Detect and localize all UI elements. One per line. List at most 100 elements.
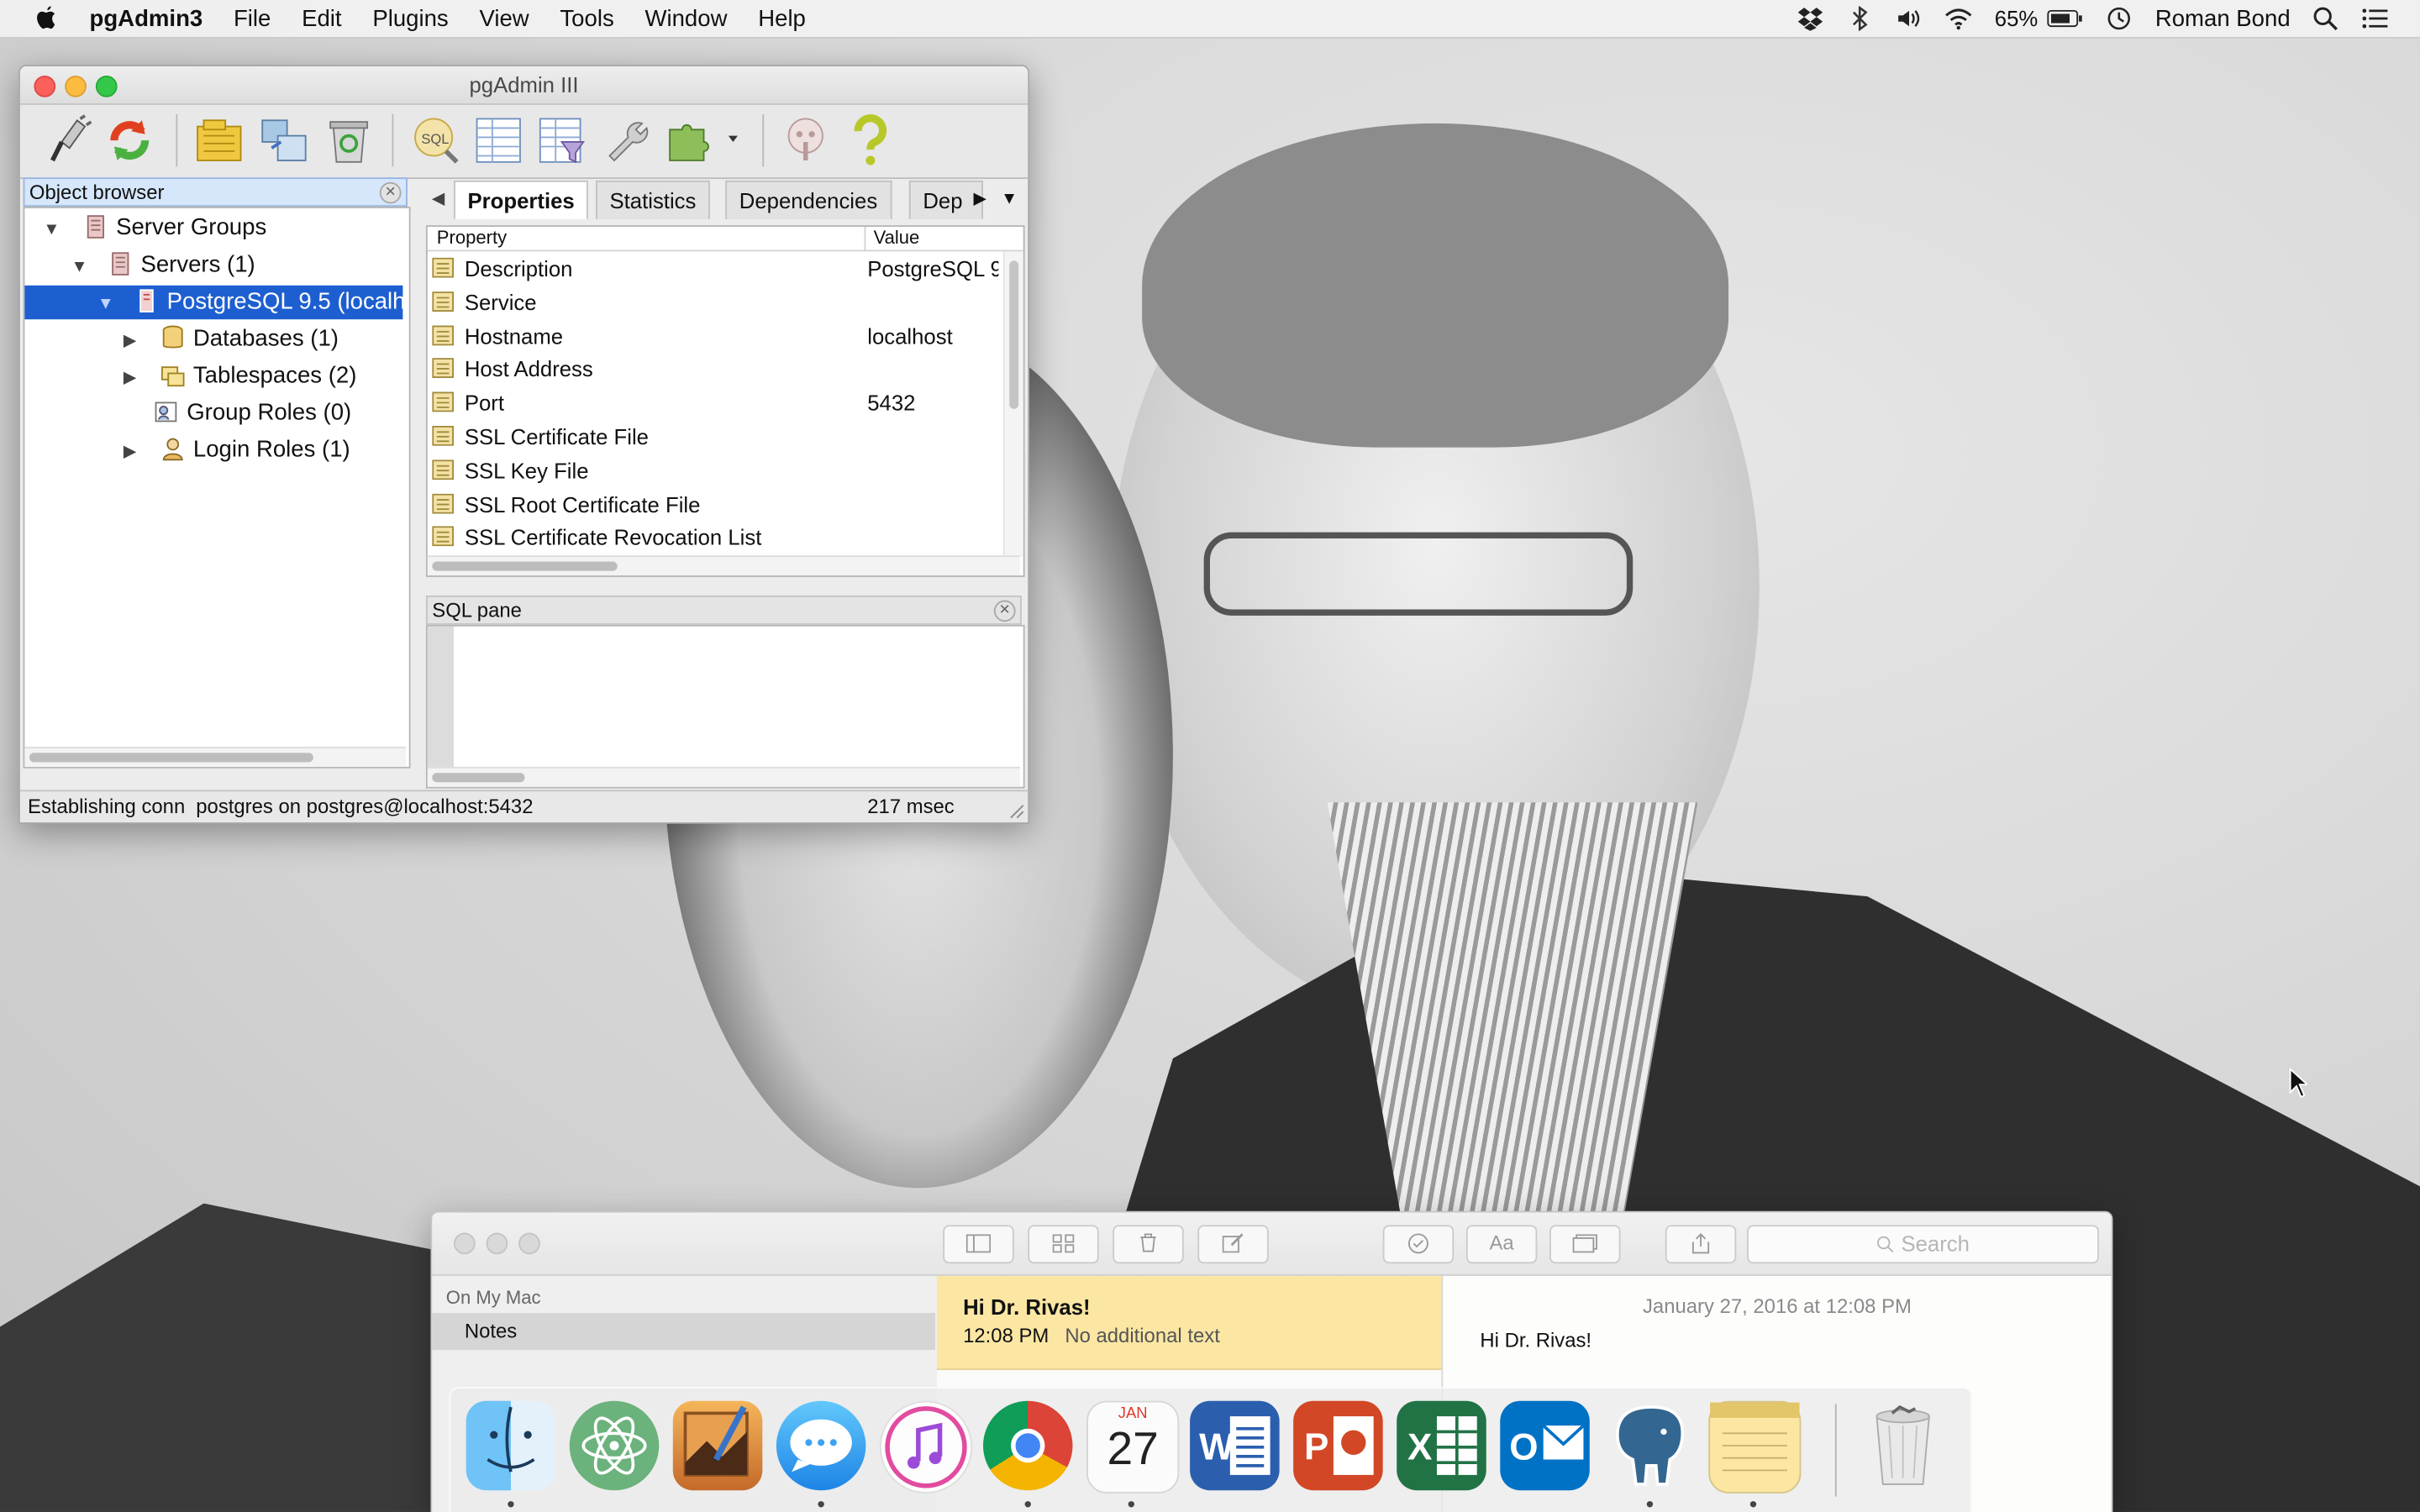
note-body-text[interactable]: Hi Dr. Rivas! <box>1480 1328 1591 1352</box>
property-row[interactable]: Hostname localhost <box>428 318 999 352</box>
collapsed-triangle-icon[interactable]: ▶ <box>124 324 139 358</box>
zoom-button[interactable] <box>95 75 118 97</box>
menu-file[interactable]: File <box>234 5 271 31</box>
scrollbar-thumb[interactable] <box>432 773 525 783</box>
dock-app-powerpoint[interactable]: P <box>1293 1400 1383 1491</box>
property-row[interactable]: SSL Certificate File <box>428 420 999 454</box>
close-button[interactable] <box>34 75 56 97</box>
refresh-icon[interactable] <box>102 114 157 166</box>
time-machine-icon[interactable] <box>2106 6 2133 30</box>
tab-statistics[interactable]: Statistics <box>595 180 710 219</box>
tab-dependencies[interactable]: Dependencies <box>725 180 892 219</box>
wifi-icon[interactable] <box>1945 6 1973 30</box>
property-row[interactable]: Service <box>428 285 999 318</box>
spotlight-search-icon[interactable] <box>2312 6 2339 31</box>
properties-horizontal-scrollbar[interactable] <box>427 555 1021 576</box>
dropbox-icon[interactable] <box>1797 6 1825 31</box>
tree-node-server-groups[interactable]: ▼ Server Groups <box>43 212 266 245</box>
property-row[interactable]: Description PostgreSQL 9 <box>428 251 999 285</box>
tree-node-group-roles[interactable]: Group Roles (0) <box>155 396 351 430</box>
note-list-item[interactable]: Hi Dr. Rivas! 12:08 PM No additional tex… <box>936 1275 1442 1370</box>
attachments-browser-button[interactable] <box>1028 1225 1099 1264</box>
tab-scroll-right-icon[interactable]: ▶ <box>971 185 989 213</box>
properties-folder-icon[interactable] <box>192 114 247 166</box>
battery-icon[interactable] <box>2047 8 2084 29</box>
dock-app-outlook[interactable]: O <box>1500 1400 1590 1491</box>
minimize-button[interactable] <box>65 75 87 97</box>
checklist-button[interactable] <box>1382 1225 1455 1264</box>
sql-editor[interactable] <box>425 624 1025 789</box>
tab-scroll-left-icon[interactable]: ◀ <box>429 185 448 213</box>
share-button[interactable] <box>1665 1225 1737 1264</box>
scrollbar-thumb[interactable] <box>432 561 618 571</box>
tab-list-dropdown-icon[interactable]: ▼ <box>1000 185 1018 213</box>
format-button[interactable]: Aa <box>1465 1225 1538 1264</box>
user-name[interactable]: Roman Bond <box>2155 5 2291 31</box>
delete-note-button[interactable] <box>1113 1225 1184 1264</box>
expanded-triangle-icon[interactable]: ▼ <box>71 250 87 284</box>
panel-close-icon[interactable]: ✕ <box>379 181 402 204</box>
scrollbar-thumb[interactable] <box>29 753 313 763</box>
filtered-data-icon[interactable] <box>534 114 589 166</box>
toggle-sidebar-button[interactable] <box>943 1225 1014 1264</box>
tree-node-tablespaces[interactable]: ▶ Tablespaces (2) <box>124 360 356 393</box>
column-property[interactable]: Property <box>437 227 507 250</box>
connect-plug-icon[interactable] <box>43 114 98 166</box>
sql-query-icon[interactable]: SQL <box>408 114 463 166</box>
tree-node-servers[interactable]: ▼ Servers (1) <box>71 249 255 282</box>
menu-help[interactable]: Help <box>758 5 806 31</box>
plugins-puzzle-icon[interactable] <box>660 114 716 166</box>
hint-elephant-icon[interactable] <box>778 114 834 166</box>
tree-node-postgresql-server[interactable]: ▼ PostgreSQL 9.5 (localh <box>24 285 406 321</box>
menu-view[interactable]: View <box>479 5 529 31</box>
expanded-triangle-icon[interactable]: ▼ <box>43 213 60 246</box>
window-titlebar[interactable]: pgAdmin III <box>19 66 1028 105</box>
bluetooth-icon[interactable] <box>1846 6 1874 31</box>
dock-app-word[interactable]: W <box>1190 1400 1280 1491</box>
property-row[interactable]: Host Address <box>428 352 999 386</box>
sql-horizontal-scrollbar[interactable] <box>427 766 1021 787</box>
column-value[interactable]: Value <box>874 227 920 250</box>
view-data-icon[interactable] <box>471 114 526 166</box>
collapsed-triangle-icon[interactable]: ▶ <box>124 361 139 395</box>
dock-app-pixelmator[interactable] <box>672 1400 763 1491</box>
property-row[interactable]: SSL Root Certificate File <box>428 487 999 521</box>
scrollbar-thumb[interactable] <box>1009 260 1019 409</box>
dock-app-atom[interactable] <box>569 1400 660 1491</box>
maintenance-wrench-icon[interactable] <box>599 114 655 166</box>
menu-tools[interactable]: Tools <box>560 5 613 31</box>
minimize-button[interactable] <box>486 1232 508 1255</box>
menu-window[interactable]: Window <box>644 5 727 31</box>
apple-logo-icon[interactable] <box>34 5 58 33</box>
dock-app-messages[interactable] <box>776 1400 866 1491</box>
zoom-button[interactable] <box>518 1232 540 1255</box>
dock-trash[interactable] <box>1858 1401 1948 1491</box>
create-object-icon[interactable] <box>256 114 312 166</box>
tree-horizontal-scrollbar[interactable] <box>24 746 407 767</box>
property-row[interactable]: SSL Certificate Revocation List <box>428 521 999 554</box>
vertical-splitter[interactable] <box>412 177 423 810</box>
drop-trash-icon[interactable] <box>321 114 376 166</box>
notes-search-field[interactable]: Search <box>1747 1225 2099 1264</box>
menu-plugins[interactable]: Plugins <box>372 5 448 31</box>
dock-app-chrome[interactable] <box>982 1400 1073 1491</box>
dock-app-pgadmin[interactable] <box>1605 1401 1695 1491</box>
dock-app-itunes[interactable] <box>879 1400 973 1494</box>
notification-center-icon[interactable] <box>2361 6 2389 30</box>
dock-app-finder[interactable] <box>466 1400 556 1491</box>
menu-app-name[interactable]: pgAdmin3 <box>90 5 203 31</box>
help-question-icon[interactable] <box>843 114 898 166</box>
tab-properties[interactable]: Properties <box>453 180 589 219</box>
dock-app-excel[interactable]: X <box>1397 1400 1486 1491</box>
new-note-button[interactable] <box>1197 1225 1269 1264</box>
properties-vertical-scrollbar[interactable] <box>1002 251 1023 558</box>
panel-close-icon[interactable]: ✕ <box>993 600 1016 622</box>
photos-button[interactable] <box>1549 1225 1621 1264</box>
resize-grip-icon[interactable] <box>1009 804 1024 819</box>
expanded-triangle-icon[interactable]: ▼ <box>97 287 114 321</box>
close-button[interactable] <box>453 1232 476 1255</box>
dock-app-notes[interactable] <box>1708 1400 1802 1494</box>
collapsed-triangle-icon[interactable]: ▶ <box>124 435 139 469</box>
property-row[interactable]: SSL Key File <box>428 454 999 487</box>
menu-edit[interactable]: Edit <box>302 5 341 31</box>
